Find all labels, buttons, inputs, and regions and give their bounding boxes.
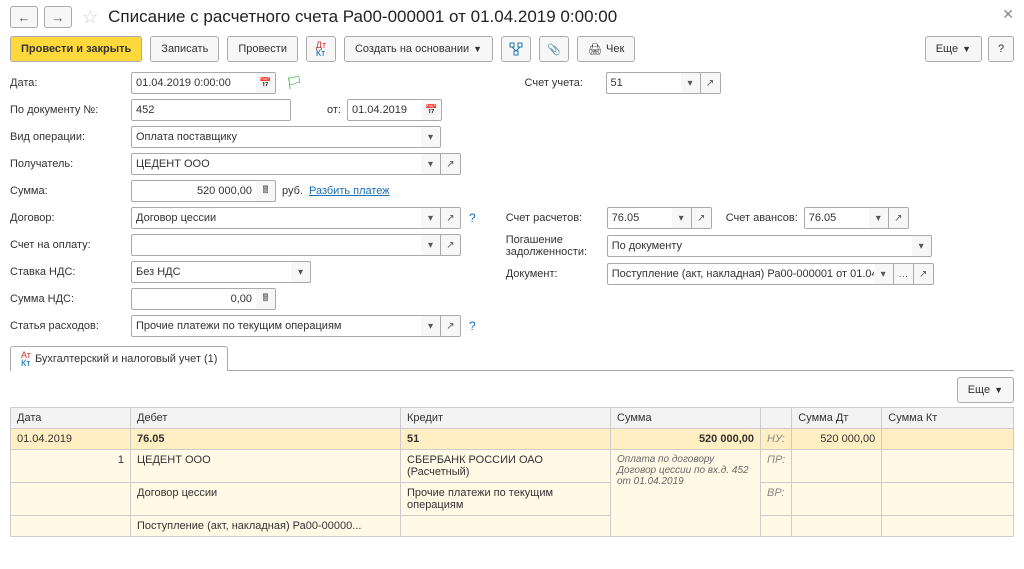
dtkt-icon: АтКт <box>21 351 31 367</box>
from-date-input[interactable]: 01.04.2019 <box>347 99 422 121</box>
attachment-button[interactable]: 📎 <box>539 36 569 62</box>
debt-dropdown[interactable]: ▾ <box>912 235 932 257</box>
contract-label: Договор: <box>10 212 125 224</box>
date-calendar-button[interactable]: 📅 <box>256 72 276 94</box>
table-row[interactable]: Договор цессии Прочие платежи по текущим… <box>11 483 1014 516</box>
document-open[interactable]: ↗ <box>914 263 934 285</box>
optype-input[interactable]: Оплата поставщику <box>131 126 421 148</box>
expense-dropdown[interactable]: ▾ <box>421 315 441 337</box>
contract-help[interactable]: ? <box>469 211 476 225</box>
structure-button[interactable] <box>501 36 531 62</box>
close-icon[interactable]: ✕ <box>1002 6 1014 23</box>
invoice-input[interactable] <box>131 234 421 256</box>
tab-accounting[interactable]: АтКт Бухгалтерский и налоговый учет (1) <box>10 346 228 371</box>
document-input[interactable]: Поступление (акт, накладная) Ра00-000001… <box>607 263 874 285</box>
table-row[interactable]: 01.04.2019 76.05 51 520 000,00 НУ: 520 0… <box>11 429 1014 450</box>
post-button[interactable]: Провести <box>227 36 298 62</box>
sum-input[interactable]: 520 000,00 <box>131 180 256 202</box>
date-label: Дата: <box>10 77 125 89</box>
sum-label: Сумма: <box>10 185 125 197</box>
recipient-label: Получатель: <box>10 158 125 170</box>
debt-label: Погашение задолженности: <box>506 234 601 258</box>
recipient-input[interactable]: ЦЕДЕНТ ООО <box>131 153 421 175</box>
more-button[interactable]: Еще ▼ <box>925 36 982 62</box>
vatrate-input[interactable]: Без НДС <box>131 261 291 283</box>
th-sumkt[interactable]: Сумма Кт <box>882 408 1014 429</box>
expense-label: Статья расходов: <box>10 320 125 332</box>
recipient-open[interactable]: ↗ <box>441 153 461 175</box>
invoice-label: Счет на оплату: <box>10 239 125 251</box>
expense-help[interactable]: ? <box>469 319 476 333</box>
account-input[interactable]: 51 <box>606 72 681 94</box>
table-more-button[interactable]: Еще ▼ <box>957 377 1014 403</box>
split-payment-link[interactable]: Разбить платеж <box>309 185 390 197</box>
vatsum-calc[interactable]: 🖩 <box>256 288 276 310</box>
paperclip-icon: 📎 <box>547 43 561 56</box>
save-button[interactable]: Записать <box>150 36 219 62</box>
document-label: Документ: <box>506 268 601 280</box>
th-sumdt[interactable]: Сумма Дт <box>792 408 882 429</box>
th-credit[interactable]: Кредит <box>401 408 611 429</box>
account-label: Счет учета: <box>525 77 600 89</box>
vatrate-dropdown[interactable]: ▾ <box>291 261 311 283</box>
docno-input[interactable]: 452 <box>131 99 291 121</box>
create-based-button[interactable]: Создать на основании ▼ <box>344 36 493 62</box>
settle-label: Счет расчетов: <box>506 212 601 224</box>
settle-dropdown[interactable]: ▾ <box>672 207 692 229</box>
advance-dropdown[interactable]: ▾ <box>869 207 889 229</box>
window-title: Списание с расчетного счета Ра00-000001 … <box>108 7 617 27</box>
advance-input[interactable]: 76.05 <box>804 207 869 229</box>
recipient-dropdown[interactable]: ▾ <box>421 153 441 175</box>
optype-dropdown[interactable]: ▾ <box>421 126 441 148</box>
printer-icon: 🖨 <box>588 43 602 56</box>
nav-back[interactable]: ← <box>10 6 38 28</box>
vatsum-label: Сумма НДС: <box>10 293 125 305</box>
nav-forward[interactable]: → <box>44 6 72 28</box>
posted-flag-icon: 🏳 <box>286 75 303 91</box>
settle-open[interactable]: ↗ <box>692 207 712 229</box>
from-label: от: <box>327 104 341 116</box>
accounting-table: Дата Дебет Кредит Сумма Сумма Дт Сумма К… <box>10 407 1014 537</box>
sum-calc-button[interactable]: 🖩 <box>256 180 276 202</box>
receipt-button[interactable]: 🖨 Чек <box>577 36 635 62</box>
invoice-open[interactable]: ↗ <box>441 234 461 256</box>
expense-open[interactable]: ↗ <box>441 315 461 337</box>
docno-label: По документу №: <box>10 104 125 116</box>
favorite-star-icon[interactable]: ☆ <box>82 7 98 28</box>
movements-button[interactable]: ДтКт <box>306 36 336 62</box>
currency-label: руб. <box>282 185 303 197</box>
debt-input[interactable]: По документу <box>607 235 912 257</box>
table-row[interactable]: 1 ЦЕДЕНТ ООО СБЕРБАНК РОССИИ ОАО (Расчет… <box>11 450 1014 483</box>
vatrate-label: Ставка НДС: <box>10 266 125 278</box>
vatsum-input[interactable]: 0,00 <box>131 288 256 310</box>
document-more[interactable]: … <box>894 263 914 285</box>
th-date[interactable]: Дата <box>11 408 131 429</box>
advance-open[interactable]: ↗ <box>889 207 909 229</box>
date-input[interactable]: 01.04.2019 0:00:00 <box>131 72 256 94</box>
contract-dropdown[interactable]: ▾ <box>421 207 441 229</box>
table-row[interactable]: Поступление (акт, накладная) Ра00-00000.… <box>11 516 1014 537</box>
contract-input[interactable]: Договор цессии <box>131 207 421 229</box>
settle-input[interactable]: 76.05 <box>607 207 672 229</box>
contract-open[interactable]: ↗ <box>441 207 461 229</box>
account-open[interactable]: ↗ <box>701 72 721 94</box>
from-date-calendar[interactable]: 📅 <box>422 99 442 121</box>
help-button[interactable]: ? <box>988 36 1014 62</box>
expense-input[interactable]: Прочие платежи по текущим операциям <box>131 315 421 337</box>
document-dropdown[interactable]: ▾ <box>874 263 894 285</box>
post-and-close-button[interactable]: Провести и закрыть <box>10 36 142 62</box>
dtkt-icon: ДтКт <box>316 41 326 57</box>
invoice-dropdown[interactable]: ▾ <box>421 234 441 256</box>
advance-label: Счет авансов: <box>726 212 798 224</box>
optype-label: Вид операции: <box>10 131 125 143</box>
th-debit[interactable]: Дебет <box>131 408 401 429</box>
account-dropdown[interactable]: ▾ <box>681 72 701 94</box>
th-sum[interactable]: Сумма <box>611 408 761 429</box>
